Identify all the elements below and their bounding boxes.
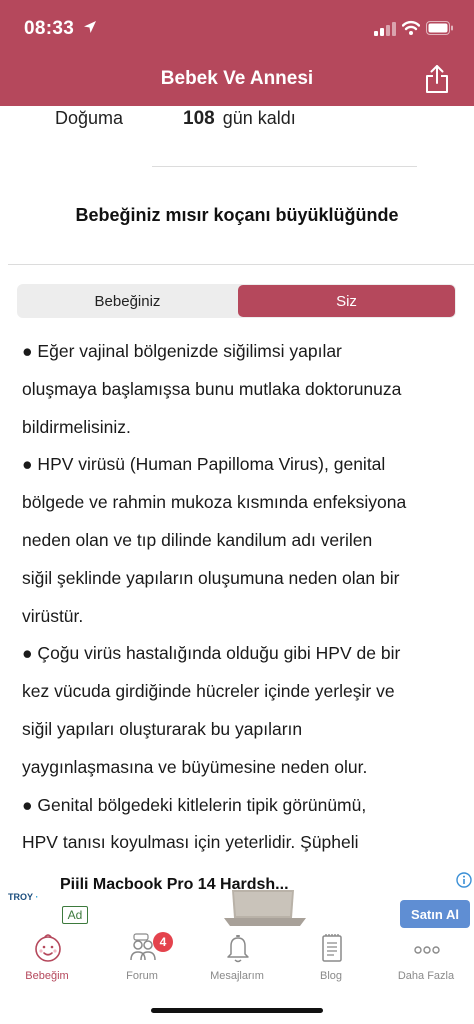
tab-forum[interactable]: 4 Forum bbox=[95, 930, 189, 990]
forum-badge: 4 bbox=[153, 932, 173, 952]
notepad-icon bbox=[322, 934, 342, 962]
article-text: ● Eğer vajinal bölgenizde siğilimsi yapı… bbox=[22, 333, 458, 858]
tab-label: Forum bbox=[126, 970, 158, 982]
article-line: neden olan ve tıp dilinde kandilum adı v… bbox=[22, 529, 373, 550]
segment-you[interactable]: Siz bbox=[238, 285, 455, 317]
article-line: HPV tanısı koyulması için yeterlidir. Şü… bbox=[22, 832, 359, 853]
article-line: kez vücuda girdiğinde hücreler içinde ye… bbox=[22, 681, 395, 702]
segment-baby[interactable]: Bebeğiniz bbox=[18, 285, 237, 317]
home-indicator bbox=[151, 1008, 323, 1013]
advertiser-logo: TROY · bbox=[8, 892, 39, 902]
article-line: virüstür. bbox=[22, 605, 84, 626]
tab-baby[interactable]: Bebeğim bbox=[0, 930, 94, 990]
tab-label: Daha Fazla bbox=[397, 970, 455, 982]
countdown-label: Doğuma bbox=[55, 108, 124, 128]
article-line: ● HPV virüsü (Human Papilloma Virus), ge… bbox=[22, 454, 386, 475]
tab-messages[interactable]: Mesajlarım bbox=[190, 930, 284, 990]
laptop-image bbox=[224, 890, 306, 926]
page-title: Bebek Ve Annesi bbox=[160, 68, 314, 89]
location-arrow-icon bbox=[84, 21, 96, 33]
app-header: 08:33 Bebek Ve Annesi bbox=[0, 0, 474, 106]
article-line: oluşmaya başlamışsa bunu mutlaka doktoru… bbox=[22, 378, 402, 399]
tab-label: Bebeğim bbox=[25, 970, 69, 982]
info-icon[interactable] bbox=[456, 872, 472, 888]
share-icon[interactable] bbox=[424, 64, 450, 94]
article-line: bölgede ve rahmin mukoza kısmında enfeks… bbox=[22, 492, 407, 513]
tab-more[interactable]: Daha Fazla bbox=[379, 930, 473, 990]
battery-icon bbox=[426, 21, 453, 35]
article-line: ● Genital bölgedeki kitlelerin tipik gör… bbox=[22, 794, 367, 815]
countdown-suffix: gün kaldı bbox=[222, 108, 296, 128]
buy-button[interactable]: Satın Al bbox=[400, 900, 470, 928]
bell-icon bbox=[227, 935, 249, 963]
article-line: bildirmelisiniz. bbox=[22, 416, 131, 437]
more-dots-icon bbox=[414, 946, 440, 954]
baby-size-heading: Bebeğiniz mısır koçanı büyüklüğünde bbox=[75, 205, 399, 225]
countdown-days: 108 bbox=[183, 108, 215, 129]
segmented-control: Bebeğiniz Siz bbox=[17, 284, 456, 318]
article-line: ● Eğer vajinal bölgenizde siğilimsi yapı… bbox=[22, 341, 342, 361]
article-line: siğil yapıları oluşturarak bu yapıların bbox=[22, 718, 303, 739]
wifi-icon bbox=[402, 20, 420, 35]
tab-blog[interactable]: Blog bbox=[284, 930, 378, 990]
article-line: siğil şeklinde yapıların oluşumuna neden… bbox=[22, 567, 400, 588]
status-time: 08:33 bbox=[24, 18, 75, 39]
article-line: ● Çoğu virüs hastalığında olduğu gibi HP… bbox=[22, 643, 401, 664]
cellular-signal-icon bbox=[374, 22, 396, 36]
divider bbox=[152, 166, 417, 167]
baby-face-icon bbox=[35, 934, 61, 962]
ad-badge: Ad bbox=[62, 906, 88, 924]
ad-banner[interactable]: TROY · Piili Macbook Pro 14 Hardsh... Ad… bbox=[0, 868, 474, 930]
tab-label: Mesajlarım bbox=[210, 970, 264, 982]
due-date-countdown: Doğuma 108 gün kaldı bbox=[55, 108, 296, 130]
advertiser-logo-text: TROY bbox=[8, 892, 33, 902]
status-bar: 08:33 bbox=[0, 0, 474, 56]
article-line: yaygınlaşmasına ve büyümesine neden olur… bbox=[22, 756, 368, 777]
tab-label: Blog bbox=[319, 970, 343, 982]
divider bbox=[8, 264, 474, 265]
